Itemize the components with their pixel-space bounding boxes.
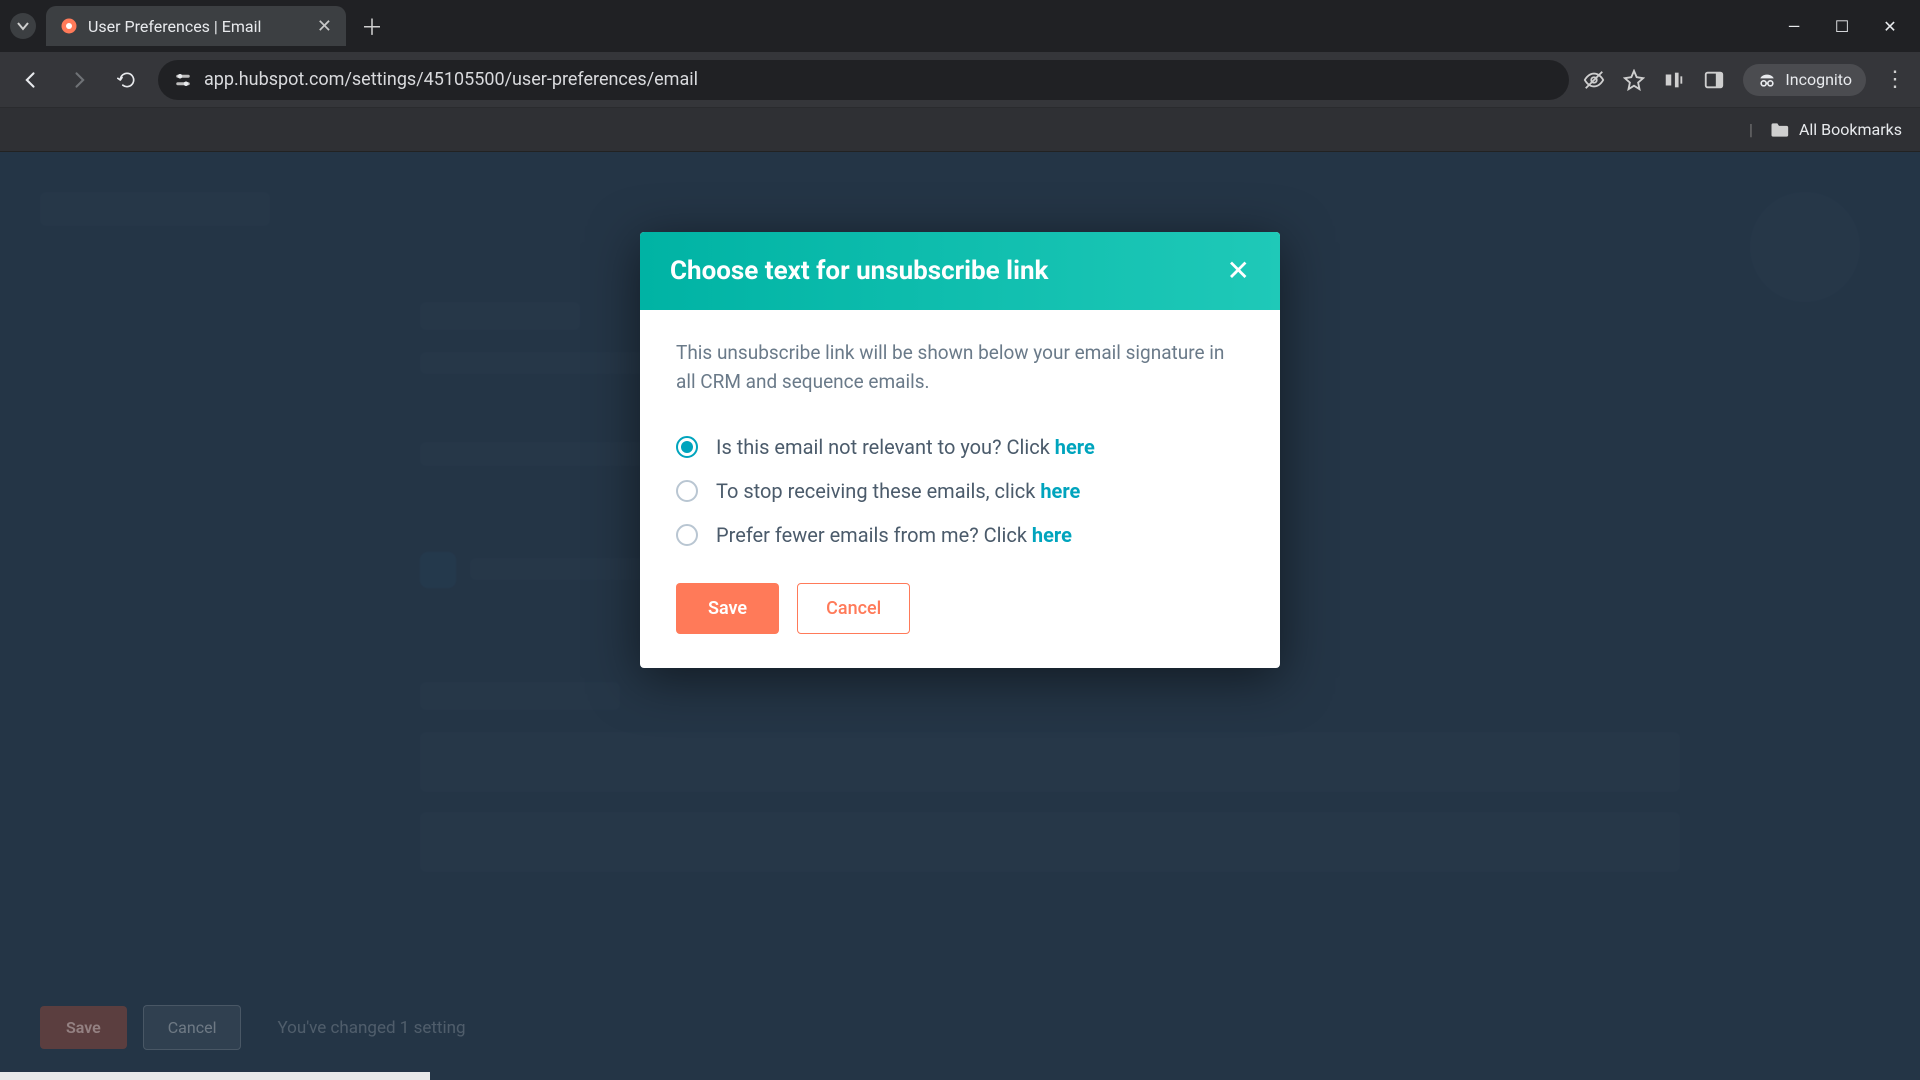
save-button[interactable]: Save	[676, 583, 779, 634]
modal-header: Choose text for unsubscribe link ✕	[640, 232, 1280, 310]
here-link[interactable]: here	[1055, 435, 1095, 459]
url-text: app.hubspot.com/settings/45105500/user-p…	[204, 69, 698, 90]
nav-reload-button[interactable]	[110, 63, 144, 97]
page-cancel-button-dimmed: Cancel	[143, 1005, 242, 1050]
tab-title: User Preferences | Email	[88, 17, 307, 36]
radio-selected-icon[interactable]	[676, 436, 698, 458]
tab-search-button[interactable]	[10, 13, 36, 39]
window-maximize-icon[interactable]: ☐	[1832, 17, 1852, 36]
option-1-label: Is this email not relevant to you? Click…	[716, 435, 1095, 459]
eye-off-icon[interactable]	[1583, 69, 1605, 91]
bookmarks-bar: | All Bookmarks	[0, 108, 1920, 152]
here-link[interactable]: here	[1040, 479, 1080, 503]
browser-tab-bar: User Preferences | Email ✕ ＋ — ☐ ✕	[0, 0, 1920, 52]
unsubscribe-option-3[interactable]: Prefer fewer emails from me? Click here	[676, 513, 1244, 557]
nav-forward-button[interactable]	[62, 63, 96, 97]
page-viewport: Save Cancel You've changed 1 setting Cho…	[0, 152, 1920, 1080]
browser-tab-active[interactable]: User Preferences | Email ✕	[46, 6, 346, 46]
tab-close-icon[interactable]: ✕	[317, 16, 332, 37]
page-action-bar: Save Cancel You've changed 1 setting	[40, 1005, 466, 1050]
browser-address-bar: app.hubspot.com/settings/45105500/user-p…	[0, 52, 1920, 108]
here-link[interactable]: here	[1032, 523, 1072, 547]
unsubscribe-option-1[interactable]: Is this email not relevant to you? Click…	[676, 425, 1244, 469]
modal-close-button[interactable]: ✕	[1227, 257, 1250, 285]
page-change-status: You've changed 1 setting	[277, 1018, 465, 1038]
window-controls: — ☐ ✕	[1784, 17, 1910, 36]
modal-description: This unsubscribe link will be shown belo…	[676, 338, 1244, 397]
option-3-label: Prefer fewer emails from me? Click here	[716, 523, 1072, 547]
bookmark-star-icon[interactable]	[1623, 69, 1645, 91]
side-panel-icon[interactable]	[1703, 69, 1725, 91]
incognito-icon	[1757, 70, 1777, 90]
unsubscribe-option-2[interactable]: To stop receiving these emails, click he…	[676, 469, 1244, 513]
window-minimize-icon[interactable]: —	[1784, 17, 1804, 36]
nav-back-button[interactable]	[14, 63, 48, 97]
radio-unselected-icon[interactable]	[676, 480, 698, 502]
option-2-label: To stop receiving these emails, click he…	[716, 479, 1080, 503]
media-control-icon[interactable]	[1663, 69, 1685, 91]
incognito-label: Incognito	[1785, 70, 1852, 89]
new-tab-button[interactable]: ＋	[354, 8, 390, 44]
site-settings-icon[interactable]	[174, 71, 192, 89]
window-close-icon[interactable]: ✕	[1880, 17, 1900, 36]
unsubscribe-text-modal: Choose text for unsubscribe link ✕ This …	[640, 232, 1280, 668]
page-save-button-dimmed: Save	[40, 1006, 127, 1049]
radio-unselected-icon[interactable]	[676, 524, 698, 546]
cancel-button[interactable]: Cancel	[797, 583, 910, 634]
hubspot-favicon	[60, 17, 78, 35]
all-bookmarks-button[interactable]: All Bookmarks	[1799, 120, 1902, 139]
os-taskbar-edge	[0, 1072, 430, 1080]
folder-icon	[1769, 120, 1789, 140]
incognito-indicator[interactable]: Incognito	[1743, 64, 1866, 96]
kebab-menu-icon[interactable]: ⋮	[1884, 67, 1906, 92]
url-input[interactable]: app.hubspot.com/settings/45105500/user-p…	[158, 60, 1569, 100]
modal-title: Choose text for unsubscribe link	[670, 256, 1048, 286]
